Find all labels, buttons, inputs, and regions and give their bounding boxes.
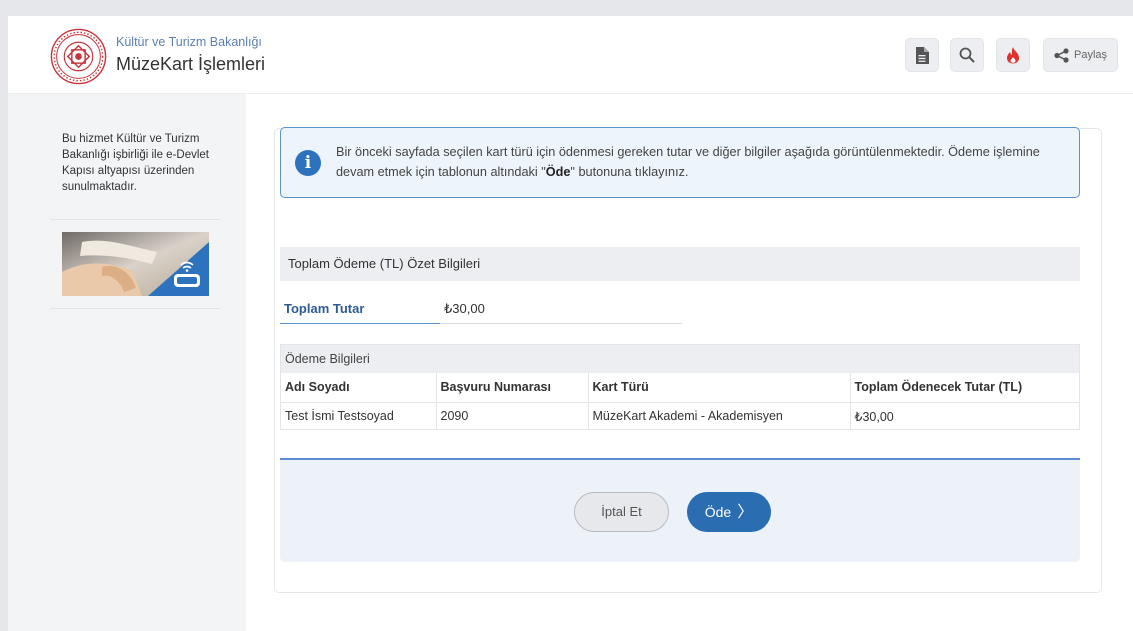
col-header-application-no: Başvuru Numarası [436,373,589,403]
share-icon [1054,47,1069,63]
pay-button[interactable]: Öde 〉 [687,492,771,532]
table-row: Test İsmi Testsoyad 2090 MüzeKart Akadem… [281,402,1079,430]
sidebar-divider [50,308,220,309]
total-value: ₺30,00 [444,301,485,316]
cell-application-no: 2090 [436,402,589,430]
ministry-name: Kültür ve Turizm Bakanlığı [116,35,262,49]
header: Kültür ve Turizm Bakanlığı MüzeKart İşle… [8,16,1133,94]
actions-panel: İptal Et Öde 〉 [280,458,1080,562]
cell-card-type: MüzeKart Akademi - Akademisyen [588,402,851,430]
fire-button[interactable] [996,38,1030,72]
info-icon: i [295,150,321,176]
total-underline [280,323,440,324]
total-label: Toplam Tutar [284,301,365,316]
search-button[interactable] [950,38,984,72]
document-icon [916,46,929,64]
pay-button-label: Öde [704,504,732,520]
info-box: i Bir önceki sayfada seçilen kart türü i… [280,127,1080,198]
info-text-part: " butonuna tıklayınız. [570,165,689,179]
col-header-total: Toplam Ödenecek Tutar (TL) [850,373,1079,403]
sidebar-banner[interactable] [62,232,209,296]
share-button[interactable]: Paylaş [1043,38,1118,72]
col-header-name: Adı Soyadı [281,373,437,403]
summary-heading: Toplam Ödeme (TL) Özet Bilgileri [280,247,1080,281]
cancel-button[interactable]: İptal Et [574,492,669,532]
sidebar-description: Bu hizmet Kültür ve Turizm Bakanlığı işb… [62,133,210,193]
cell-total: ₺30,00 [854,409,894,424]
search-icon [959,47,975,63]
payment-title: Ödeme Bilgileri [281,345,1079,373]
share-label: Paylaş [1073,49,1108,61]
info-highlight: Öde [545,165,571,179]
chevron-right-icon: 〉 [737,504,754,521]
info-text: Bir önceki sayfada seçilen kart türü içi… [336,142,1074,182]
ministry-logo[interactable] [50,28,107,85]
fire-icon [1007,47,1019,64]
payment-table: Adı Soyadı Başvuru Numarası Kart Türü To… [281,373,1079,430]
payment-table-box: Ödeme Bilgileri Adı Soyadı Başvuru Numar… [280,344,1080,430]
sidebar: Bu hizmet Kültür ve Turizm Bakanlığı işb… [8,94,246,631]
col-header-card-type: Kart Türü [588,373,851,403]
cell-name: Test İsmi Testsoyad [281,402,437,430]
table-header-row: Adı Soyadı Başvuru Numarası Kart Türü To… [281,373,1079,403]
sidebar-divider [50,219,220,220]
service-title: MüzeKart İşlemleri [116,54,266,74]
total-underline [440,323,682,324]
document-button[interactable] [905,38,939,72]
banner-image [62,232,209,296]
